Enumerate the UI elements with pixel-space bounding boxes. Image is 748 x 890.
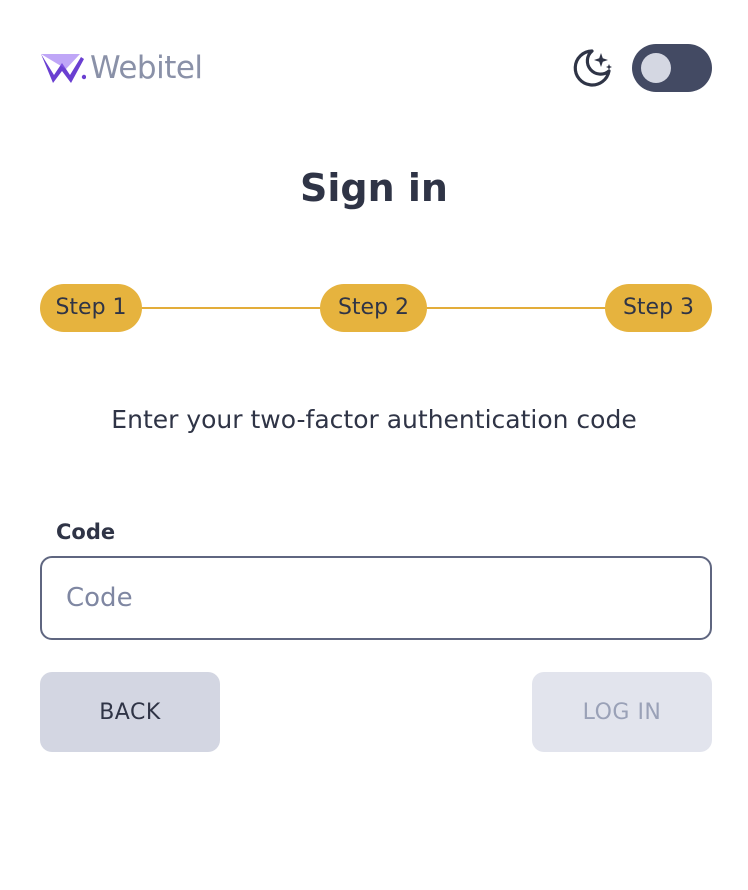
step-connector (140, 307, 322, 309)
back-button[interactable]: BACK (40, 672, 220, 752)
step-3[interactable]: Step 3 (605, 284, 712, 332)
login-button[interactable]: LOG IN (532, 672, 712, 752)
theme-toggle[interactable] (632, 44, 712, 92)
step-1[interactable]: Step 1 (40, 284, 142, 332)
code-label: Code (56, 520, 116, 544)
sign-in-page: Webitel Sign in Step 1 Step 2 Step 3 Ent… (0, 0, 748, 890)
step-connector (426, 307, 608, 309)
webitel-logo: Webitel (40, 50, 203, 86)
theme-toggle-knob[interactable] (641, 53, 671, 83)
webitel-logo-icon (41, 54, 86, 83)
page-title: Sign in (300, 166, 448, 210)
moon-stars-icon (573, 49, 612, 87)
step-2[interactable]: Step 2 (320, 284, 427, 332)
code-input[interactable] (40, 556, 712, 640)
stepper: Step 1 Step 2 Step 3 (40, 284, 712, 332)
logo-text: Webitel (90, 50, 203, 86)
instruction-text: Enter your two-factor authentication cod… (111, 405, 637, 434)
